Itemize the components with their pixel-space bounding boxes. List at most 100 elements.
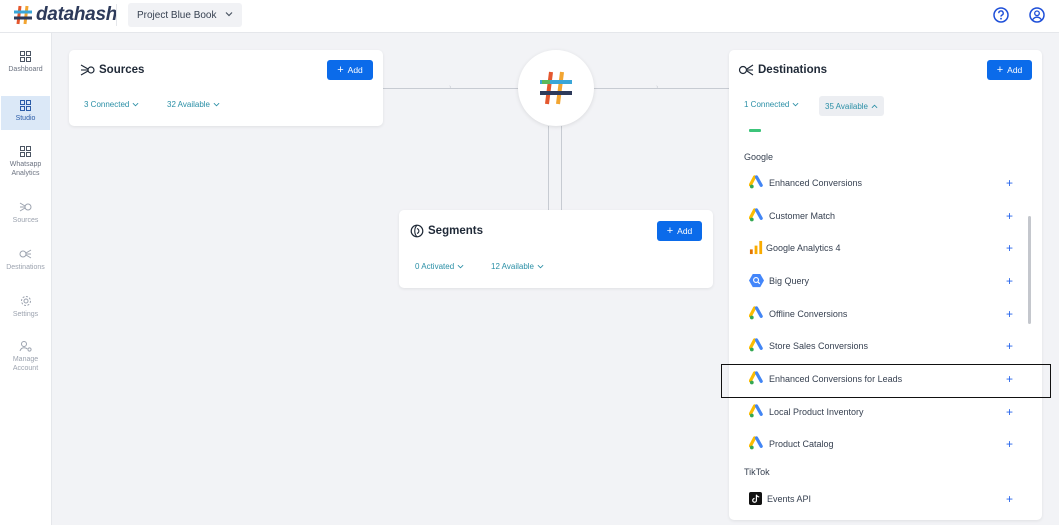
add-destination-plus-icon[interactable]: +: [1006, 307, 1013, 321]
sources-icon: [80, 64, 95, 76]
add-destination-plus-icon[interactable]: +: [1006, 339, 1013, 353]
destination-item[interactable]: Store Sales Conversions +: [729, 333, 1033, 359]
analytics-grid-icon: [20, 146, 31, 157]
destination-label: Google Analytics 4: [766, 243, 841, 253]
sidebar-item-settings[interactable]: Settings: [1, 295, 50, 325]
group-label-google: Google: [744, 152, 774, 162]
segments-icon: [410, 224, 424, 238]
group-label-tiktok: TikTok: [744, 467, 770, 477]
user-account-icon[interactable]: [1028, 6, 1046, 24]
plus-icon: +: [666, 225, 674, 237]
sidebar-item-destinations[interactable]: Destinations: [1, 248, 50, 278]
plus-icon: +: [337, 64, 344, 76]
segments-title-text: Segments: [428, 225, 483, 237]
destinations-available-dropdown[interactable]: 35 Available: [819, 96, 884, 116]
activated-count: 0 Activated: [415, 262, 455, 271]
segments-activated-dropdown[interactable]: 0 Activated: [415, 262, 464, 271]
add-destination-button[interactable]: + Add: [987, 60, 1032, 80]
destination-label: Product Catalog: [769, 439, 834, 449]
list-scrollbar[interactable]: [1028, 216, 1031, 324]
sidebar-item-label: Manage Account: [12, 356, 39, 372]
sidebar-item-manage-account[interactable]: Manage Account: [1, 340, 50, 380]
destination-item[interactable]: Google Analytics 4 +: [729, 235, 1033, 261]
arrow-right-icon: ›: [656, 84, 659, 91]
sources-title-text: Sources: [99, 64, 145, 76]
destination-item[interactable]: Events API +: [729, 486, 1033, 512]
destination-item[interactable]: Local Product Inventory +: [729, 399, 1033, 425]
available-count: 35 Available: [825, 101, 868, 111]
destination-label: Events API: [767, 494, 812, 504]
destination-label: Customer Match: [769, 211, 836, 221]
segments-title: Segments: [410, 224, 483, 238]
add-destination-plus-icon[interactable]: +: [1006, 405, 1013, 419]
add-destination-plus-icon[interactable]: +: [1006, 492, 1013, 506]
destination-label: Store Sales Conversions: [769, 341, 869, 351]
help-icon[interactable]: [992, 6, 1010, 24]
add-destination-plus-icon[interactable]: +: [1006, 241, 1013, 255]
divider: [116, 4, 117, 26]
add-label: Add: [1007, 65, 1023, 75]
add-label: Add: [677, 226, 693, 236]
destination-label: Offline Conversions: [769, 309, 848, 319]
dashboard-grid-icon: [20, 51, 31, 62]
segments-connector-line-down: [561, 126, 562, 210]
destination-item[interactable]: Offline Conversions +: [729, 301, 1033, 327]
selection-highlight: [721, 364, 1051, 398]
available-count: 32 Available: [167, 100, 210, 109]
chevron-down-icon: [457, 264, 464, 269]
sources-title: Sources: [80, 63, 144, 77]
segments-card: Segments + Add 0 Activated 12 Available: [399, 210, 713, 288]
sidebar-item-sources[interactable]: Sources: [1, 201, 50, 231]
sources-connected-dropdown[interactable]: 3 Connected: [84, 100, 139, 109]
project-selector[interactable]: Project Blue Book: [128, 3, 242, 27]
sidebar-item-studio[interactable]: Studio: [1, 96, 50, 130]
add-destination-plus-icon[interactable]: +: [1006, 274, 1013, 288]
add-destination-plus-icon[interactable]: +: [1006, 437, 1013, 451]
sources-icon: [19, 202, 32, 212]
sources-available-dropdown[interactable]: 32 Available: [167, 100, 220, 109]
connected-count: 1 Connected: [744, 100, 790, 109]
destination-item[interactable]: Customer Match +: [729, 203, 1033, 229]
destinations-title-text: Destinations: [758, 64, 828, 76]
add-source-button[interactable]: + Add: [327, 60, 373, 80]
add-destination-plus-icon[interactable]: +: [1006, 209, 1013, 223]
available-count: 12 Available: [491, 262, 534, 271]
add-segment-button[interactable]: + Add: [657, 221, 702, 241]
chevron-down-icon: [225, 12, 233, 17]
datahash-hub[interactable]: [518, 50, 594, 126]
chevron-down-icon: [213, 102, 220, 107]
project-name: Project Blue Book: [137, 9, 217, 21]
sidebar-item-whatsapp-analytics[interactable]: Whatsapp Analytics: [1, 146, 50, 186]
sidebar-item-label: Destinations: [6, 264, 45, 271]
destination-item[interactable]: Enhanced Conversions +: [729, 170, 1033, 196]
brand-logo[interactable]: datahash: [12, 4, 117, 26]
top-bar: datahash Project Blue Book: [0, 0, 1059, 33]
sidebar-item-label: Sources: [12, 217, 39, 224]
sidebar-item-dashboard[interactable]: Dashboard: [1, 51, 50, 85]
destinations-icon: [738, 64, 754, 76]
brand-name: datahash: [36, 4, 118, 25]
studio-grid-icon: [20, 100, 31, 111]
available-destinations-list[interactable]: Google Enhanced Conversions + Customer M…: [729, 127, 1033, 516]
chevron-down-icon: [132, 102, 139, 107]
chevron-down-icon: [792, 102, 799, 107]
segments-available-dropdown[interactable]: 12 Available: [491, 262, 544, 271]
destinations-connected-dropdown[interactable]: 1 Connected: [744, 100, 799, 109]
arrow-right-icon: ›: [449, 84, 452, 91]
google-ads-icon: [749, 404, 763, 418]
chevron-up-icon: [871, 104, 878, 108]
google-ads-icon: [749, 338, 763, 352]
sidebar-item-label: Whatsapp Analytics: [9, 161, 42, 177]
google-ads-icon: [749, 306, 763, 320]
add-destination-plus-icon[interactable]: +: [1006, 176, 1013, 190]
destination-label: Enhanced Conversions: [769, 178, 863, 188]
destination-item[interactable]: Product Catalog +: [729, 431, 1033, 457]
destination-item[interactable]: Big Query +: [729, 268, 1033, 294]
destinations-title: Destinations: [738, 63, 827, 77]
datahash-logo-icon: [14, 5, 32, 25]
google-ads-icon: [749, 175, 763, 189]
google-ads-icon: [749, 208, 763, 222]
plus-icon: +: [996, 64, 1004, 76]
datahash-hub-logo-icon: [540, 71, 572, 105]
google-ads-icon: [749, 436, 763, 450]
